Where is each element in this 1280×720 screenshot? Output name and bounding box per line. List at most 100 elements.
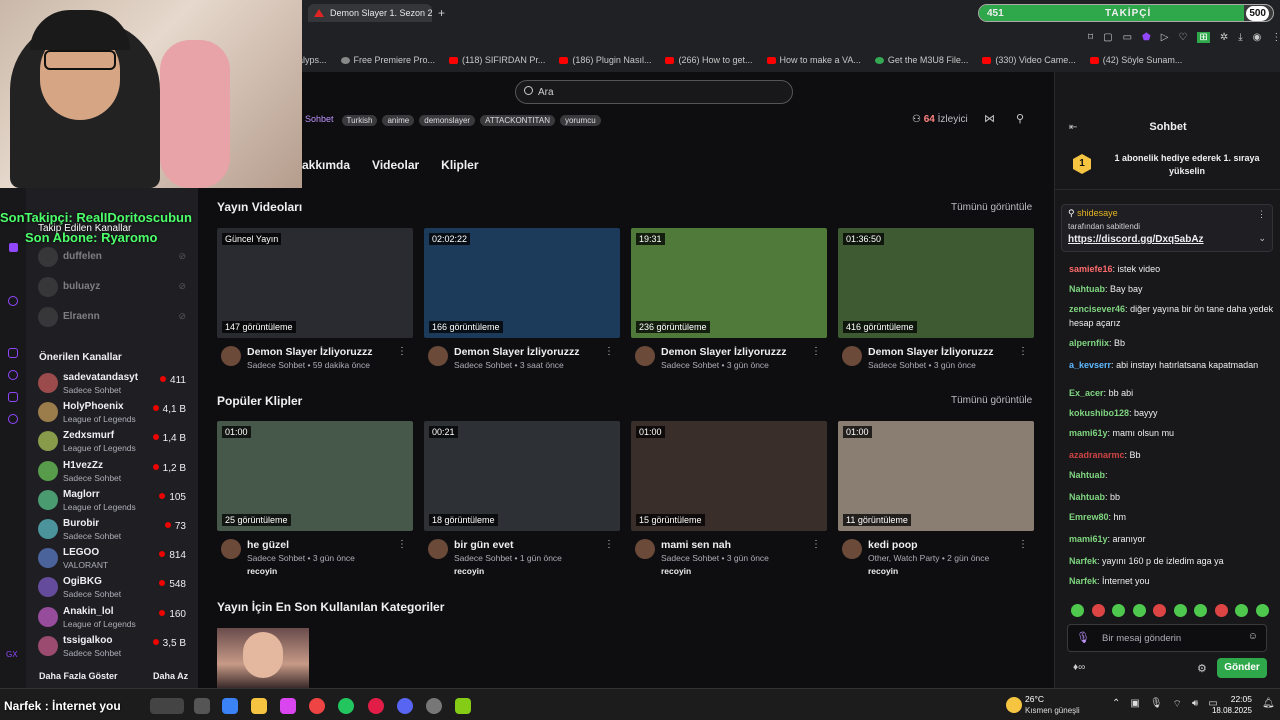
twitch-icon[interactable] (9, 243, 18, 252)
more-options-icon[interactable]: ⋮ (604, 539, 614, 550)
bookmark-icon[interactable]: ⌑ (1088, 32, 1093, 43)
emoji-icon[interactable]: ☺ (1248, 631, 1258, 642)
pinned-message[interactable]: ⚲ shidesaye tarafından sabitlendi https:… (1061, 204, 1273, 252)
emote-icon[interactable] (1194, 604, 1207, 617)
clock-icon[interactable] (8, 370, 18, 380)
channel-avatar[interactable] (221, 346, 241, 366)
chat-settings-icon[interactable]: ⚙ (1197, 662, 1207, 675)
bookmark-6[interactable]: Get the M3U8 File... (874, 55, 968, 65)
chat-username[interactable]: kokushibo128 (1069, 408, 1129, 418)
search-input[interactable]: Ara (515, 80, 793, 104)
recommended-channel[interactable]: Anakin_lol League of Legends 160 (38, 605, 196, 633)
microphone-icon[interactable]: 🎙︎ (1076, 631, 1090, 644)
emote-icon[interactable] (1255, 604, 1269, 617)
emote-icon[interactable] (1091, 604, 1105, 617)
recommended-channel[interactable]: Maglorr League of Legends 105 (38, 488, 196, 516)
channel-avatar[interactable] (842, 539, 862, 559)
videos_section-title[interactable]: Demon Slayer İzliyoruzzz (247, 346, 372, 358)
recommended-channel[interactable]: OgiBKG Sadece Sohbet 548 (38, 575, 196, 603)
clips-see-all-link[interactable]: Tümünü görüntüle (951, 395, 1032, 406)
more-options-icon[interactable]: ⋮ (604, 346, 614, 357)
bookmark-3[interactable]: (186) Plugin Nasıl... (559, 55, 651, 65)
bookmark-8[interactable]: (42) Söyle Sunam... (1089, 55, 1182, 65)
followed-channel[interactable]: buluayz ⊘ (38, 275, 196, 303)
chat-username[interactable]: zencisever46 (1069, 304, 1125, 314)
tag-1[interactable]: anime (382, 115, 415, 126)
show-more-link[interactable]: Daha Fazla Göster (39, 671, 118, 681)
chat-username[interactable]: Nahtuab (1069, 470, 1105, 480)
chevron-down-icon[interactable]: ⌄ (1258, 233, 1266, 244)
chat-username[interactable]: mami61y (1069, 534, 1108, 544)
new-tab-icon[interactable]: + (438, 6, 445, 20)
chat-username[interactable]: Nahtuab (1069, 284, 1105, 294)
more-options-icon[interactable]: ⋮ (1257, 209, 1266, 220)
play-circle-icon[interactable] (8, 296, 18, 306)
emote-icon[interactable] (1214, 604, 1228, 617)
chat-username[interactable]: a_kevserr (1069, 360, 1111, 370)
profile-icon[interactable]: ◉ (1253, 32, 1262, 43)
channel-avatar[interactable] (221, 539, 241, 559)
chat-username[interactable]: mami61y (1069, 428, 1108, 438)
whatsapp-icon[interactable] (338, 698, 354, 714)
recommended-channel[interactable]: tssigalkoo Sadece Sohbet 3,5 B (38, 634, 196, 662)
send-button[interactable]: Gönder (1217, 658, 1267, 678)
notification-icon[interactable]: 🔔︎ (1262, 698, 1275, 709)
clips_section-title[interactable]: kedi poop (868, 539, 918, 551)
recommended-channel[interactable]: H1vezZz Sadece Sohbet 1,2 B (38, 459, 196, 487)
tag-2[interactable]: demonslayer (419, 115, 476, 126)
channel-avatar[interactable] (428, 346, 448, 366)
clips_section-title[interactable]: bir gün evet (454, 539, 514, 551)
chevron-up-icon[interactable]: ⌃ (1112, 698, 1120, 711)
channel-avatar[interactable] (428, 539, 448, 559)
shield-icon[interactable]: ⬟ (1142, 32, 1151, 43)
bookmark-5[interactable]: How to make a VA... (766, 55, 861, 65)
volume-icon[interactable]: 🔊︎ (1192, 698, 1198, 711)
emote-icon[interactable] (1173, 604, 1187, 617)
download-icon[interactable]: ⤓ (1238, 32, 1242, 43)
extension-active-icon[interactable]: ⊞ (1197, 32, 1210, 43)
heart-icon[interactable]: ♡ (1178, 32, 1187, 43)
recommended-channel[interactable]: Zedxsmurf League of Legends 1,4 B (38, 429, 196, 457)
bookmark-0[interactable]: alyps... (298, 55, 327, 65)
videos_section-title[interactable]: Demon Slayer İzliyoruzzz (454, 346, 579, 358)
category-card-just-chatting[interactable] (217, 628, 309, 688)
tab-clips[interactable]: Klipler (441, 158, 478, 172)
wifi-icon[interactable]: ⌔ (1173, 698, 1182, 711)
bookmark-rail-icon[interactable] (8, 348, 18, 358)
tab-videos[interactable]: Videolar (372, 158, 419, 172)
discord-icon[interactable] (397, 698, 413, 714)
file-explorer-icon[interactable] (251, 698, 267, 714)
channel-avatar[interactable] (635, 346, 655, 366)
more-options-icon[interactable]: ⋮ (811, 346, 821, 357)
emote-icon[interactable] (1132, 604, 1146, 617)
chat-username[interactable]: Emrew80 (1069, 512, 1109, 522)
task-view-icon[interactable] (194, 698, 210, 714)
more-options-icon[interactable]: ⋮ (811, 539, 821, 550)
videos_section-thumbnail[interactable]: 01:36:50 416 görüntüleme (838, 228, 1034, 338)
category-link[interactable]: Sohbet (305, 114, 334, 124)
recommended-channel[interactable]: HolyPhoenix League of Legends 4,1 B (38, 400, 196, 428)
recommended-channel[interactable]: sadevatandasyt Sadece Sohbet 411 (38, 371, 196, 399)
puzzle-rail-icon[interactable] (8, 392, 18, 402)
chat-username[interactable]: alpernfiix (1069, 338, 1109, 348)
opera-gx-icon[interactable] (368, 698, 384, 714)
emote-icon[interactable] (1153, 604, 1166, 617)
bits-icon[interactable]: ♦∞ (1073, 662, 1085, 673)
chat-username[interactable]: samiefe16 (1069, 264, 1113, 274)
clipper-name[interactable]: recoyin (868, 566, 898, 576)
instagram-icon[interactable] (280, 698, 296, 714)
share-icon[interactable]: ⋈ (984, 112, 995, 125)
videos_section-title[interactable]: Demon Slayer İzliyoruzzz (661, 346, 786, 358)
clipper-name[interactable]: recoyin (454, 566, 484, 576)
chat-username[interactable]: Narfek (1069, 556, 1097, 566)
obs-icon[interactable] (426, 698, 442, 714)
clips_section-thumbnail[interactable]: 01:00 11 görüntüleme (838, 421, 1034, 531)
clips_section-title[interactable]: mami sen nah (661, 539, 731, 551)
tab-demon-slayer[interactable]: Demon Slayer 1. Sezon 20 (308, 4, 432, 22)
clips_section-title[interactable]: he güzel (247, 539, 289, 551)
chat-input[interactable]: 🎙︎ Bir mesaj gönderin ☺ (1067, 624, 1267, 652)
videos_section-title[interactable]: Demon Slayer İzliyoruzzz (868, 346, 993, 358)
clipper-name[interactable]: recoyin (661, 566, 691, 576)
bookmark-4[interactable]: (266) How to get... (665, 55, 753, 65)
show-less-link[interactable]: Daha Az (153, 671, 188, 681)
